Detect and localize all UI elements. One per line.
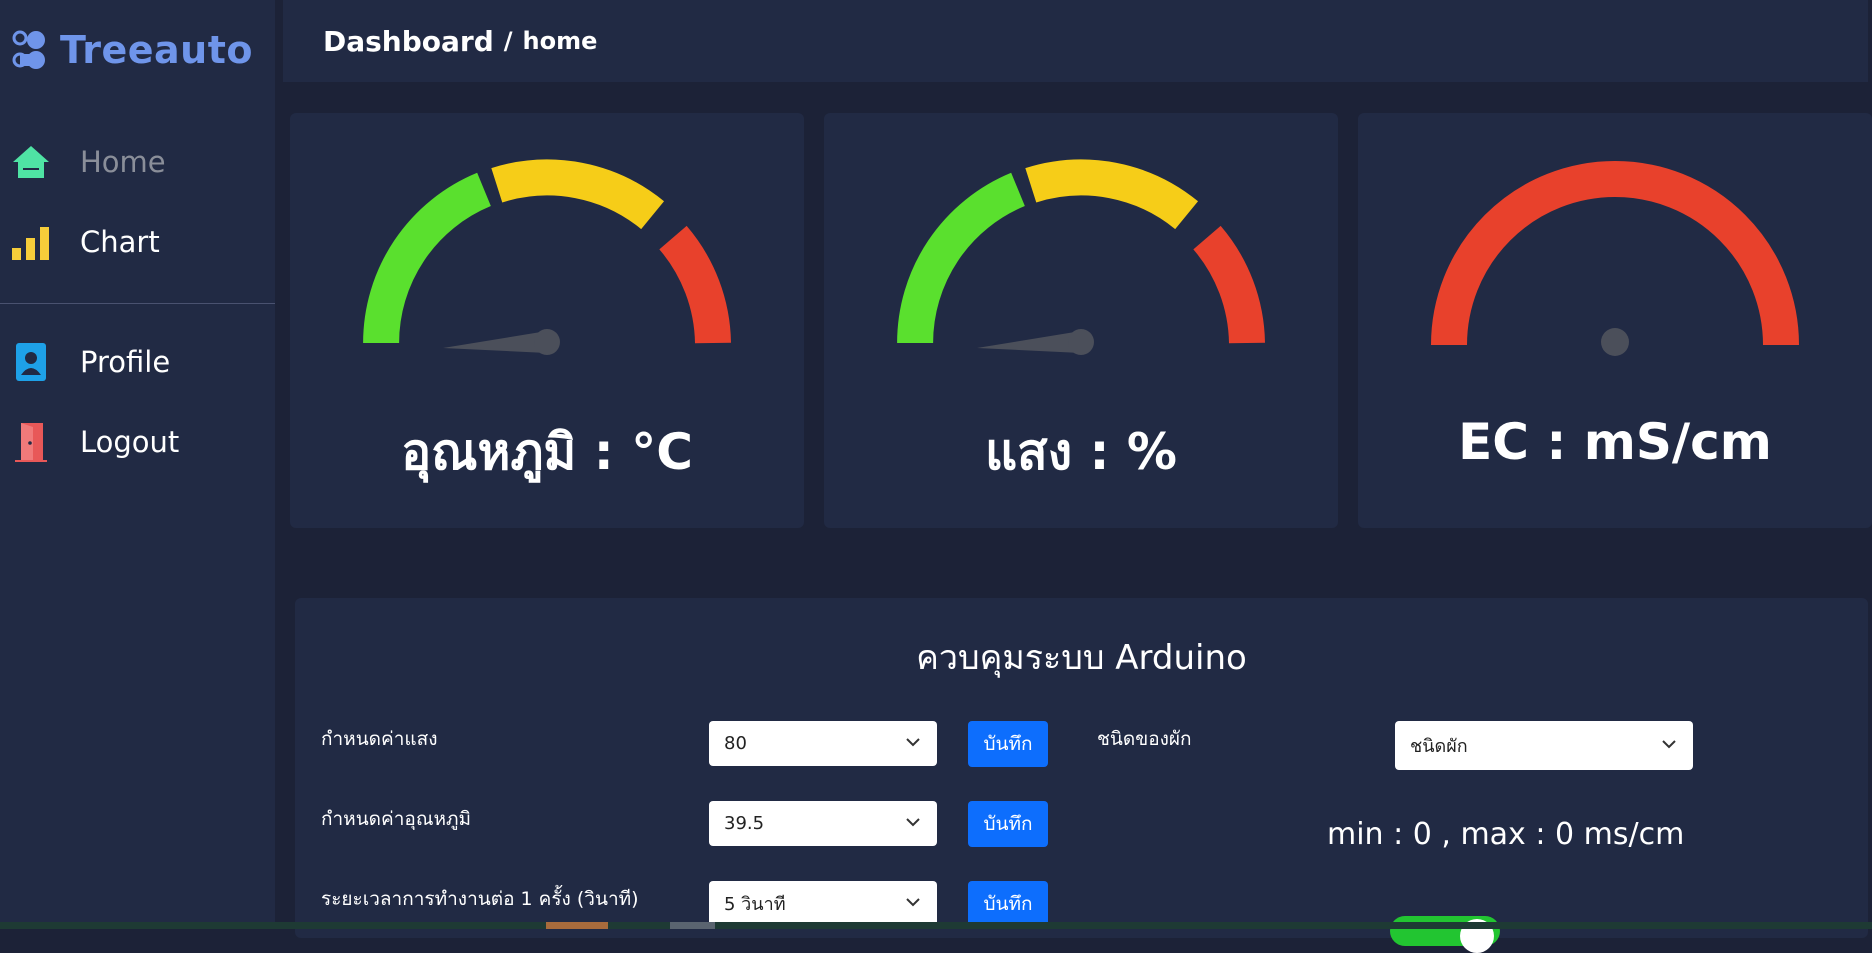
home-icon <box>10 141 52 183</box>
breadcrumb-separator: / <box>503 27 513 55</box>
temperature-gauge <box>363 159 731 355</box>
gauge-card-light: แสง : % <box>824 113 1338 528</box>
sidebar-item-home[interactable]: Home <box>10 141 166 183</box>
ec-gauge <box>1431 161 1799 356</box>
brand-logo-icon <box>12 30 45 69</box>
sidebar-item-label: Home <box>80 145 166 179</box>
bar-chart-icon <box>10 221 52 263</box>
sidebar-divider <box>0 303 275 304</box>
door-icon <box>10 421 52 463</box>
gauge-title: EC : mS/cm <box>1458 413 1772 471</box>
light-select[interactable]: 80 <box>709 721 937 766</box>
gauge-title: อุณหภูมิ : °C <box>401 423 693 481</box>
profile-badge-icon <box>10 341 52 383</box>
vegetable-select-value: ชนิดผัก <box>1410 736 1468 757</box>
save-duration-button[interactable]: บันทึก <box>968 881 1048 927</box>
chevron-down-icon <box>906 818 920 827</box>
duration-select[interactable]: 5 วินาที <box>709 881 937 926</box>
light-select-value: 80 <box>724 733 747 754</box>
vegetable-type-label: ชนิดของผัก <box>1097 728 1192 750</box>
sidebar: Treeauto Home Chart Profile Logout <box>0 0 275 929</box>
gauge-card-temperature: อุณหภูมิ : °C <box>290 113 804 528</box>
gauge-card-ec: EC : mS/cm <box>1358 113 1872 528</box>
duration-select-value: 5 วินาที <box>724 894 786 915</box>
ec-range-text: min : 0 , max : 0 ms/cm <box>1327 817 1685 852</box>
taskbar-app[interactable] <box>670 922 715 929</box>
temperature-select[interactable]: 39.5 <box>709 801 937 846</box>
breadcrumb-current: home <box>522 27 598 55</box>
header-bar: Dashboard / home <box>283 0 1868 82</box>
sidebar-item-profile[interactable]: Profile <box>10 341 170 383</box>
temperature-select-value: 39.5 <box>724 813 765 834</box>
save-light-button[interactable]: บันทึก <box>968 721 1048 767</box>
taskbar-app[interactable] <box>546 922 608 929</box>
light-setting-label: กำหนดค่าแสง <box>321 728 438 750</box>
duration-setting-label: ระยะเวลาการทำงานต่อ 1 ครั้ง (วินาที) <box>321 888 639 910</box>
system-toggle-switch[interactable] <box>1390 916 1500 953</box>
chevron-down-icon <box>906 898 920 907</box>
panel-title: ควบคุมระบบ Arduino <box>916 638 1247 678</box>
brand-name: Treeauto <box>60 28 253 72</box>
sidebar-item-chart[interactable]: Chart <box>10 221 160 263</box>
sidebar-item-label: Profile <box>80 345 171 379</box>
sidebar-item-label: Chart <box>80 225 160 259</box>
brand[interactable]: Treeauto <box>12 28 253 72</box>
breadcrumb-root[interactable]: Dashboard <box>323 25 494 58</box>
light-gauge <box>897 159 1265 355</box>
save-temperature-button[interactable]: บันทึก <box>968 801 1048 847</box>
vegetable-type-select[interactable]: ชนิดผัก <box>1395 721 1693 770</box>
temperature-setting-label: กำหนดค่าอุณหภูมิ <box>321 808 472 830</box>
gauge-title: แสง : % <box>984 423 1178 481</box>
sidebar-item-logout[interactable]: Logout <box>10 421 179 463</box>
chevron-down-icon <box>1662 740 1676 749</box>
taskbar-strip <box>0 922 1872 929</box>
sidebar-item-label: Logout <box>80 425 180 459</box>
chevron-down-icon <box>906 738 920 747</box>
